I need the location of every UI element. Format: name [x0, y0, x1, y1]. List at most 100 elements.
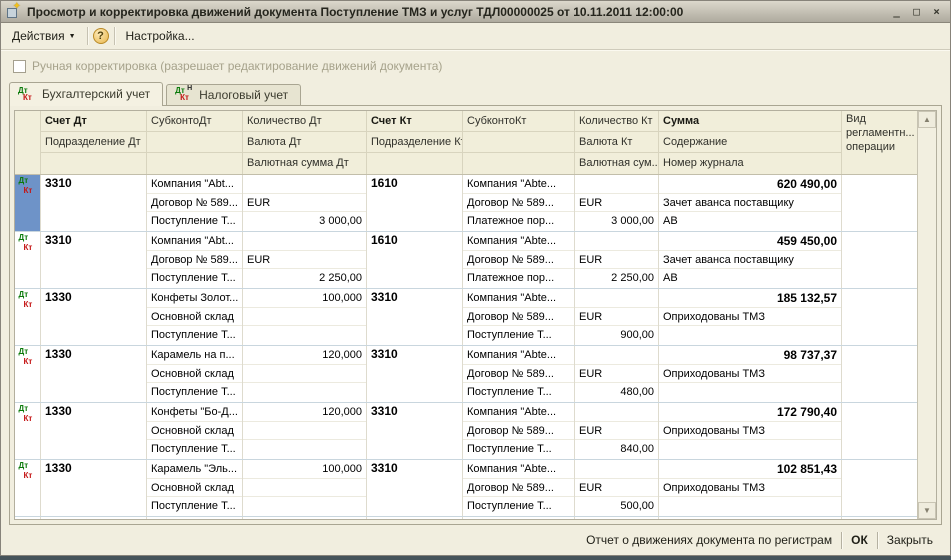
cell-qty-dt[interactable]: 120,000: [243, 346, 367, 402]
tab-tax[interactable]: ДтНКт Налоговый учет: [166, 84, 301, 105]
cell-qty-kt[interactable]: EUR2 250,00: [575, 232, 659, 288]
ok-button[interactable]: ОК: [842, 530, 877, 550]
sub-cell[interactable]: [659, 440, 841, 459]
header-cell[interactable]: [147, 132, 242, 153]
sub-cell[interactable]: Карамель на п...: [147, 346, 242, 365]
sub-cell[interactable]: 120,000: [243, 403, 366, 422]
cell-subkonto-kt[interactable]: Компания "Abte...Договор № 589...Поступл…: [463, 460, 575, 516]
cell-qty-kt[interactable]: EUR3 000,00: [575, 175, 659, 231]
sub-cell[interactable]: Договор № 589...: [463, 194, 574, 213]
header-cell[interactable]: СубконтоДт: [147, 111, 242, 132]
cell-account-kt[interactable]: 3310: [367, 460, 463, 516]
sub-cell[interactable]: 459 450,00: [659, 232, 841, 251]
cell-op-type[interactable]: [842, 460, 917, 516]
column-header-account-dt[interactable]: Счет ДтПодразделение Дт: [41, 111, 147, 174]
sub-cell[interactable]: [243, 326, 366, 345]
sub-cell[interactable]: Основной склад: [147, 308, 242, 327]
cell-account-dt[interactable]: 1330: [41, 346, 147, 402]
sub-cell[interactable]: Поступление Т...: [147, 326, 242, 345]
cell-account-dt[interactable]: 1330: [41, 403, 147, 459]
cell-subkonto-kt[interactable]: Компания "Abte...Договор № 589...Поступл…: [463, 346, 575, 402]
sub-cell[interactable]: Поступление Т...: [147, 269, 242, 288]
sub-cell[interactable]: [575, 232, 658, 251]
sub-cell[interactable]: Оприходованы ТМЗ: [659, 422, 841, 441]
sub-cell[interactable]: EUR: [575, 422, 658, 441]
sub-cell[interactable]: [243, 383, 366, 402]
header-cell[interactable]: Валюта Дт: [243, 132, 366, 153]
column-header-account-kt[interactable]: Счет КтПодразделение Кт: [367, 111, 463, 174]
sub-cell[interactable]: 120,000: [243, 346, 366, 365]
column-header-sum[interactable]: СуммаСодержаниеНомер журнала: [659, 111, 842, 174]
cell-subkonto-dt[interactable]: Карамель "Эль...Основной складПоступлени…: [147, 460, 243, 516]
column-header-op-type[interactable]: Видрегламентн...операции: [842, 111, 917, 174]
cell-qty-dt[interactable]: 120,000: [243, 403, 367, 459]
sub-cell[interactable]: EUR: [575, 479, 658, 498]
sub-cell[interactable]: [243, 479, 366, 498]
sub-cell[interactable]: Платежное пор...: [463, 212, 574, 231]
sub-cell[interactable]: Зачет аванса поставщику: [659, 194, 841, 213]
cell-subkonto-dt[interactable]: Конфеты Золот...Основной складПоступлени…: [147, 289, 243, 345]
header-cell[interactable]: Количество Дт: [243, 111, 366, 132]
cell-account-kt[interactable]: 1610: [367, 232, 463, 288]
header-cell[interactable]: СубконтоКт: [463, 111, 574, 132]
table-row[interactable]: ДтКт1330Конфеты "Бо-Д...Основной складПо…: [15, 403, 917, 460]
cell-qty-kt[interactable]: EUR840,00: [575, 403, 659, 459]
cell-account-kt[interactable]: 3310: [367, 289, 463, 345]
cell-account-dt[interactable]: 3310: [41, 175, 147, 231]
header-cell[interactable]: [367, 153, 462, 174]
sub-cell[interactable]: Оприходованы ТМЗ: [659, 365, 841, 384]
sub-cell[interactable]: Поступление Т...: [463, 497, 574, 516]
sub-cell[interactable]: Договор № 589...: [463, 308, 574, 327]
sub-cell[interactable]: 480,00: [575, 383, 658, 402]
column-header-qty-kt[interactable]: Количество КтВалюта КтВалютная сум...: [575, 111, 659, 174]
sub-cell[interactable]: Конфеты Золот...: [147, 289, 242, 308]
sub-cell[interactable]: EUR: [575, 365, 658, 384]
cell-subkonto-kt[interactable]: Компания "Abte...Договор № 589...Поступл…: [463, 289, 575, 345]
cell-subkonto-dt[interactable]: Конфеты "Бо-Д...Основной складПоступлени…: [147, 403, 243, 459]
header-cell[interactable]: Содержание: [659, 132, 841, 153]
sub-cell[interactable]: [243, 232, 366, 251]
cell-op-type[interactable]: [842, 346, 917, 402]
sub-cell[interactable]: 2 250,00: [575, 269, 658, 288]
header-cell[interactable]: Сумма: [659, 111, 841, 132]
sub-cell[interactable]: АВ: [659, 269, 841, 288]
sub-cell[interactable]: [659, 326, 841, 345]
sub-cell[interactable]: [243, 175, 366, 194]
column-header-subkonto-kt[interactable]: СубконтоКт: [463, 111, 575, 174]
sub-cell[interactable]: [575, 403, 658, 422]
header-cell[interactable]: Подразделение Кт: [367, 132, 462, 153]
sub-cell[interactable]: Основной склад: [147, 422, 242, 441]
close-button[interactable]: ×: [928, 4, 945, 19]
sub-cell[interactable]: Компания "Abte...: [463, 175, 574, 194]
sub-cell[interactable]: Договор № 589...: [463, 422, 574, 441]
sub-cell[interactable]: 100,000: [243, 289, 366, 308]
help-icon[interactable]: ?: [93, 28, 109, 44]
cell-subkonto-dt[interactable]: Компания "Abt...Договор № 589...Поступле…: [147, 232, 243, 288]
cell-account-kt[interactable]: 1610: [367, 175, 463, 231]
scroll-down-icon[interactable]: ▼: [918, 502, 936, 519]
cell-sum[interactable]: 102 851,43Оприходованы ТМЗ: [659, 460, 842, 516]
sub-cell[interactable]: 900,00: [575, 326, 658, 345]
cell-qty-dt[interactable]: 100,000: [243, 460, 367, 516]
scroll-up-icon[interactable]: ▲: [918, 111, 936, 128]
sub-cell[interactable]: EUR: [575, 308, 658, 327]
header-cell[interactable]: Валютная сум...: [575, 153, 658, 174]
settings-button[interactable]: Настройка...: [120, 26, 201, 46]
maximize-button[interactable]: □: [908, 4, 925, 19]
sub-cell[interactable]: Компания "Abt...: [147, 232, 242, 251]
sub-cell[interactable]: [243, 308, 366, 327]
header-cell[interactable]: [463, 153, 574, 174]
sub-cell[interactable]: Конфеты "Бо-Д...: [147, 403, 242, 422]
sub-cell[interactable]: Компания "Abt...: [147, 175, 242, 194]
sub-cell[interactable]: [575, 289, 658, 308]
cell-account-dt[interactable]: 1330: [41, 289, 147, 345]
sub-cell[interactable]: Компания "Abte...: [463, 232, 574, 251]
row-select-cell[interactable]: ДтКт: [15, 346, 41, 402]
sub-cell[interactable]: 2 250,00: [243, 269, 366, 288]
column-header-qty-dt[interactable]: Количество ДтВалюта ДтВалютная сумма Дт: [243, 111, 367, 174]
cell-subkonto-kt[interactable]: Компания "Abte...Договор № 589...Поступл…: [463, 403, 575, 459]
row-select-cell[interactable]: ДтКт: [15, 289, 41, 345]
sub-cell[interactable]: Оприходованы ТМЗ: [659, 479, 841, 498]
sub-cell[interactable]: Договор № 589...: [463, 365, 574, 384]
sub-cell[interactable]: Поступление Т...: [463, 326, 574, 345]
